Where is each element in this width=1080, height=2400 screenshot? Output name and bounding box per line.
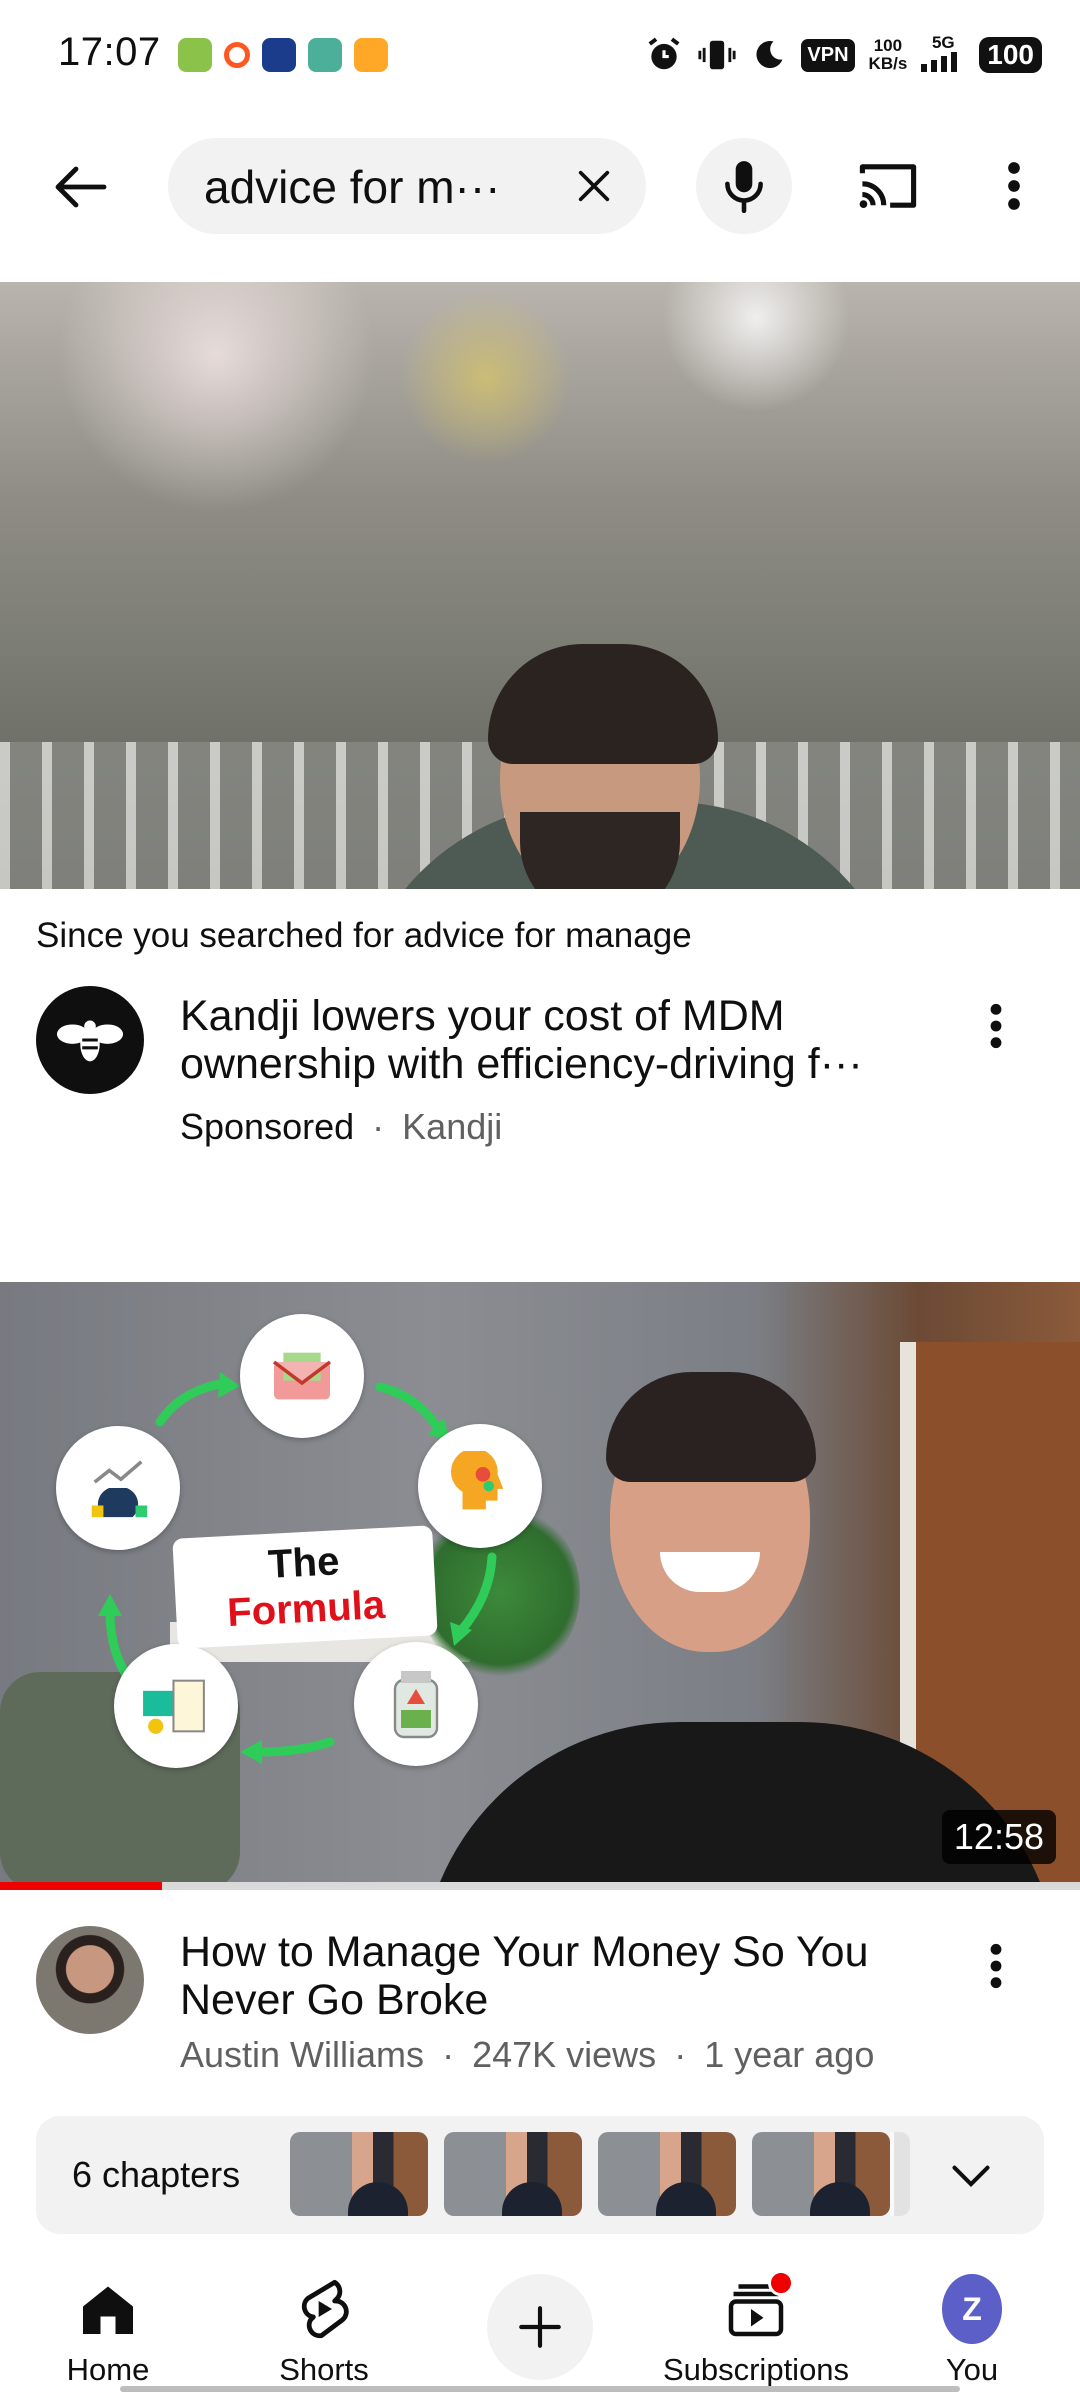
battery-indicator: 100 bbox=[979, 37, 1042, 73]
nav-subscriptions[interactable]: Subscriptions bbox=[656, 2268, 856, 2388]
ad-more-button[interactable] bbox=[966, 986, 1026, 1066]
ad-background bbox=[0, 282, 1080, 522]
vpn-badge: VPN bbox=[801, 38, 855, 72]
signal-indicator: 5G bbox=[921, 34, 965, 76]
chapter-thumbnail[interactable] bbox=[752, 2132, 890, 2216]
upload-age: 1 year ago bbox=[704, 2034, 875, 2075]
advertiser-avatar[interactable] bbox=[36, 986, 144, 1094]
view-count: 247K views bbox=[472, 2034, 657, 2075]
nav-subscriptions-label: Subscriptions bbox=[662, 2352, 850, 2387]
notification-icons bbox=[178, 38, 388, 72]
chapters-expand-button[interactable] bbox=[946, 2150, 996, 2200]
meta-separator: · bbox=[442, 2034, 455, 2075]
app-notification-icon bbox=[224, 42, 250, 68]
video-duration: 12:58 bbox=[941, 1810, 1056, 1864]
nav-you-label: You bbox=[945, 2352, 999, 2387]
bills-receipt-icon bbox=[114, 1644, 238, 1768]
you-avatar: Z bbox=[942, 2274, 1002, 2344]
search-context-query: advice for manage bbox=[403, 916, 692, 955]
cast-icon bbox=[859, 164, 917, 208]
bottom-navigation: Home Shorts Subscriptions Z You bbox=[0, 2254, 1080, 2400]
chapter-thumbnail[interactable] bbox=[444, 2132, 582, 2216]
dnd-moon-icon bbox=[756, 41, 783, 69]
network-speed: 100 KB/s bbox=[868, 36, 908, 73]
more-vert-icon bbox=[990, 1943, 1002, 1989]
brain-gears-icon bbox=[418, 1424, 542, 1548]
channel-name[interactable]: Austin Williams bbox=[180, 2034, 424, 2075]
more-vert-icon bbox=[990, 1003, 1002, 1049]
create-button[interactable] bbox=[487, 2274, 593, 2380]
nav-home-label: Home bbox=[66, 2352, 150, 2387]
alarm-icon bbox=[648, 37, 680, 70]
gesture-bar bbox=[120, 2386, 960, 2392]
ad-video-player[interactable] bbox=[0, 282, 1080, 889]
voice-search-button[interactable] bbox=[696, 138, 792, 234]
chapter-thumbnails bbox=[290, 2132, 910, 2216]
video-title[interactable]: How to Manage Your Money So You Never Go… bbox=[180, 1928, 940, 2024]
savings-jar-icon bbox=[354, 1642, 478, 1766]
chapters-panel[interactable]: 6 chapters bbox=[36, 2116, 1044, 2234]
nav-shorts[interactable]: Shorts bbox=[224, 2268, 424, 2388]
ad-presenter-beard bbox=[520, 812, 680, 889]
app-notification-icon bbox=[262, 38, 296, 72]
ad-meta: Sponsored · Kandji bbox=[180, 1106, 502, 1148]
status-bar: 17:07 VPN 100 KB/s 5G 100 bbox=[0, 0, 1080, 112]
ad-details[interactable]: Kandji lowers your cost of MDM ownership… bbox=[0, 984, 1080, 1147]
app-notification-icon bbox=[178, 38, 212, 72]
mic-icon bbox=[725, 161, 763, 213]
more-options-button[interactable] bbox=[984, 148, 1044, 224]
clear-icon bbox=[578, 170, 610, 202]
nav-you[interactable]: Z You bbox=[872, 2268, 1072, 2388]
chapter-thumbnail[interactable] bbox=[290, 2132, 428, 2216]
bee-logo-icon bbox=[56, 1020, 124, 1062]
chapter-stack-edge bbox=[890, 2132, 910, 2216]
notification-dot bbox=[768, 2270, 794, 2296]
more-vert-icon bbox=[1008, 162, 1020, 210]
search-query[interactable]: advice for m··· bbox=[204, 160, 500, 214]
chapter-thumbnail[interactable] bbox=[598, 2132, 736, 2216]
app-notification-icon bbox=[308, 38, 342, 72]
watch-progress-fill bbox=[0, 1882, 162, 1890]
shorts-icon bbox=[301, 2279, 349, 2339]
search-input[interactable]: advice for m··· bbox=[168, 138, 646, 234]
watch-progress-bar bbox=[0, 1882, 1080, 1890]
chevron-down-icon bbox=[952, 2165, 990, 2188]
ad-presenter-hair bbox=[488, 644, 718, 764]
formula-graphic: The Formula bbox=[40, 1312, 560, 1782]
status-time: 17:07 bbox=[58, 30, 161, 74]
status-right: VPN 100 KB/s 5G 100 bbox=[645, 34, 1042, 76]
channel-avatar[interactable] bbox=[36, 1926, 144, 2034]
sponsored-label: Sponsored bbox=[180, 1106, 355, 1147]
ad-title[interactable]: Kandji lowers your cost of MDM ownership… bbox=[180, 992, 940, 1088]
app-notification-icon bbox=[354, 38, 388, 72]
video-meta: Austin Williams · 247K views · 1 year ag… bbox=[180, 2034, 874, 2076]
meta-separator: · bbox=[674, 2034, 687, 2075]
cast-button[interactable] bbox=[848, 148, 928, 224]
vibrate-icon bbox=[698, 40, 736, 70]
search-top-bar: advice for m··· bbox=[0, 128, 1080, 244]
signal-icon bbox=[921, 52, 958, 72]
thumb-presenter-hair bbox=[606, 1372, 816, 1482]
nav-shorts-label: Shorts bbox=[279, 2352, 369, 2387]
video-details[interactable]: How to Manage Your Money So You Never Go… bbox=[0, 1926, 1080, 2086]
video-thumbnail[interactable]: The Formula 12:58 bbox=[0, 1282, 1080, 1882]
video-more-button[interactable] bbox=[966, 1926, 1026, 2006]
back-arrow-icon bbox=[55, 166, 107, 208]
meta-separator: · bbox=[372, 1106, 385, 1147]
clear-search-button[interactable] bbox=[564, 156, 624, 216]
search-context-label: Since you searched for advice for manage bbox=[36, 916, 692, 955]
advertiser-name: Kandji bbox=[402, 1106, 503, 1147]
back-button[interactable] bbox=[40, 152, 120, 222]
chapters-label: 6 chapters bbox=[72, 2154, 241, 2195]
money-bag-chart-icon bbox=[56, 1426, 180, 1550]
nav-home[interactable]: Home bbox=[8, 2268, 208, 2388]
plus-icon bbox=[519, 2306, 561, 2348]
home-icon bbox=[83, 2286, 133, 2334]
formula-label: The Formula bbox=[172, 1525, 438, 1649]
money-envelope-icon bbox=[240, 1314, 364, 1438]
